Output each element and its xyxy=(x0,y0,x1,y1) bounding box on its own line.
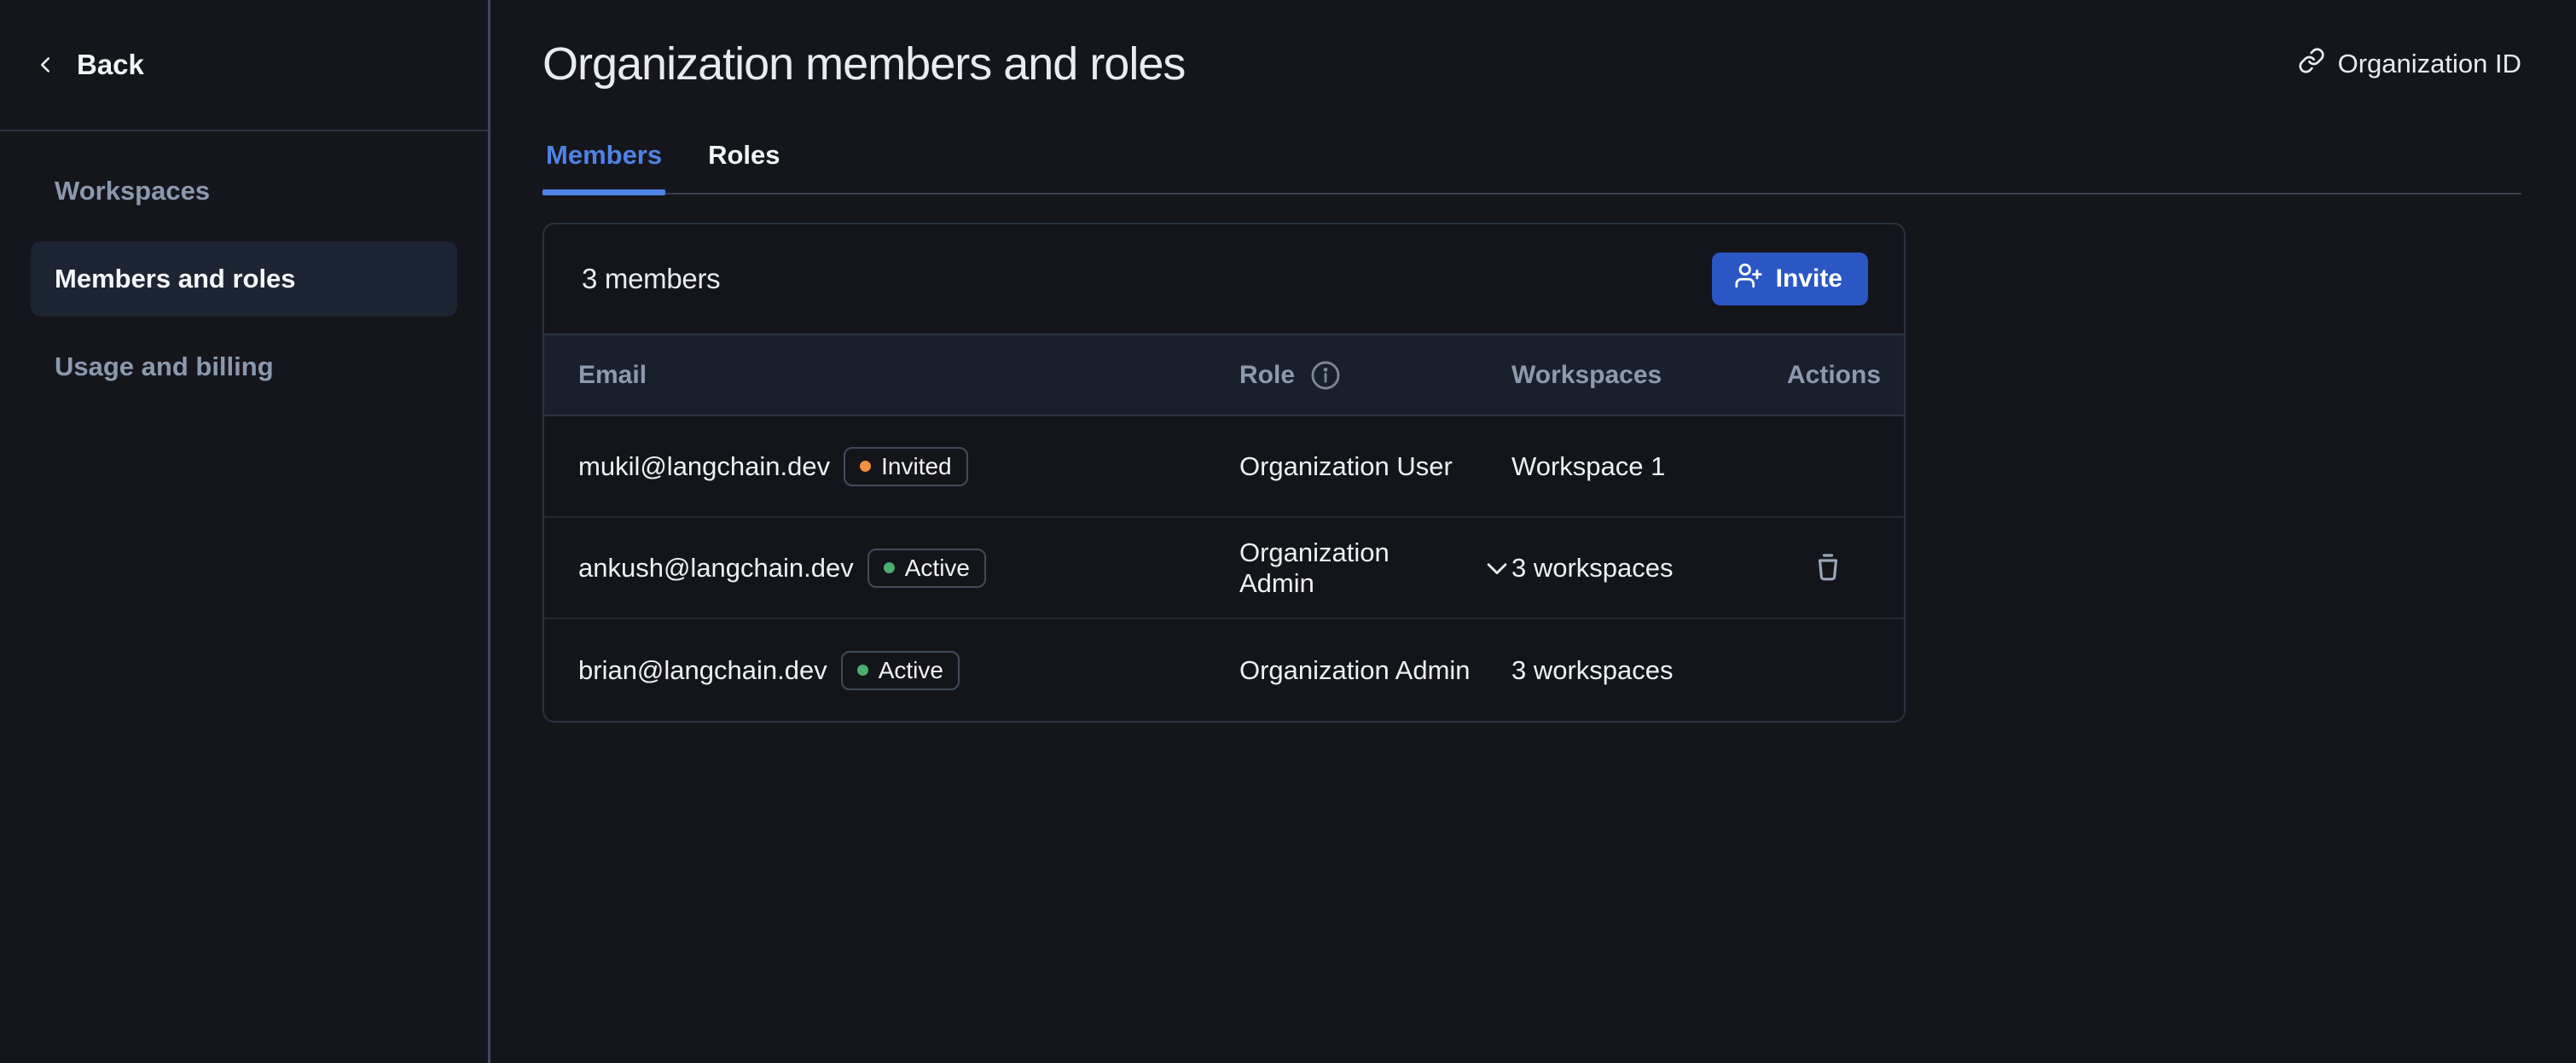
member-email-cell: ankush@langchain.dev Active xyxy=(578,549,1239,588)
member-role-cell: Organization Admin xyxy=(1239,537,1511,599)
organization-id-label: Organization ID xyxy=(2338,49,2521,79)
member-count: 3 members xyxy=(582,263,720,295)
member-email: brian@langchain.dev xyxy=(578,655,827,686)
invite-label: Invite xyxy=(1776,264,1842,293)
status-label: Active xyxy=(879,657,943,684)
tab-roles[interactable]: Roles xyxy=(705,140,783,193)
tab-bar: Members Roles xyxy=(542,140,2521,195)
sidebar-item-label: Workspaces xyxy=(55,176,210,206)
status-dot-icon xyxy=(884,562,895,573)
member-actions-cell xyxy=(1787,549,1870,586)
invite-button[interactable]: Invite xyxy=(1712,253,1868,305)
main-content: Organization members and roles Organizat… xyxy=(490,0,2576,1063)
member-row: ankush@langchain.dev Active Organization… xyxy=(544,518,1904,619)
member-role-cell: Organization User xyxy=(1239,451,1511,482)
status-label: Active xyxy=(905,555,970,582)
column-header-workspaces: Workspaces xyxy=(1511,361,1787,390)
status-dot-icon xyxy=(860,461,871,472)
status-dot-icon xyxy=(857,665,868,676)
member-role: Organization Admin xyxy=(1239,655,1471,686)
status-badge: Invited xyxy=(844,447,968,486)
status-label: Invited xyxy=(881,453,952,480)
member-role: Organization User xyxy=(1239,451,1453,482)
link-icon xyxy=(2298,47,2325,81)
sidebar-item-label: Usage and billing xyxy=(55,351,274,382)
column-header-role: Role xyxy=(1239,359,1511,392)
member-role: Organization Admin xyxy=(1239,537,1465,599)
sidebar-item-usage-and-billing[interactable]: Usage and billing xyxy=(31,329,457,404)
member-email: ankush@langchain.dev xyxy=(578,553,854,584)
member-row: mukil@langchain.dev Invited Organization… xyxy=(544,416,1904,518)
member-workspaces: 3 workspaces xyxy=(1511,553,1787,584)
status-badge: Active xyxy=(867,549,986,588)
main-header: Organization members and roles Organizat… xyxy=(542,38,2521,90)
members-table-body: mukil@langchain.dev Invited Organization… xyxy=(544,416,1904,721)
chevron-down-icon[interactable] xyxy=(1482,554,1511,583)
sidebar-item-members-and-roles[interactable]: Members and roles xyxy=(31,241,457,317)
sidebar-nav: Workspaces Members and roles Usage and b… xyxy=(0,131,488,427)
member-email: mukil@langchain.dev xyxy=(578,451,830,482)
member-workspaces: Workspace 1 xyxy=(1511,451,1787,482)
member-email-cell: brian@langchain.dev Active xyxy=(578,651,1239,690)
members-card: 3 members Invite Email Role Workspaces A… xyxy=(542,223,1906,723)
user-plus-icon xyxy=(1734,261,1763,297)
member-role-cell: Organization Admin xyxy=(1239,655,1511,686)
members-table-header: Email Role Workspaces Actions xyxy=(544,334,1904,416)
back-label: Back xyxy=(77,49,144,81)
chevron-left-icon xyxy=(32,52,58,78)
sidebar-header: Back xyxy=(0,0,488,131)
member-row: brian@langchain.dev Active Organization … xyxy=(544,619,1904,721)
sidebar: Back Workspaces Members and roles Usage … xyxy=(0,0,490,1063)
trash-icon xyxy=(1811,549,1845,586)
member-workspaces: 3 workspaces xyxy=(1511,655,1787,686)
tab-members[interactable]: Members xyxy=(542,140,665,193)
back-button[interactable]: Back xyxy=(32,49,144,81)
column-header-email: Email xyxy=(578,361,1239,390)
info-icon[interactable] xyxy=(1309,359,1342,392)
column-header-actions: Actions xyxy=(1787,361,1881,390)
members-card-header: 3 members Invite xyxy=(544,224,1904,334)
status-badge: Active xyxy=(841,651,960,690)
organization-id-button[interactable]: Organization ID xyxy=(2298,47,2521,81)
page-title: Organization members and roles xyxy=(542,38,1185,90)
delete-member-button[interactable] xyxy=(1811,549,1845,586)
sidebar-item-workspaces[interactable]: Workspaces xyxy=(31,154,457,229)
sidebar-item-label: Members and roles xyxy=(55,264,296,294)
member-email-cell: mukil@langchain.dev Invited xyxy=(578,447,1239,486)
